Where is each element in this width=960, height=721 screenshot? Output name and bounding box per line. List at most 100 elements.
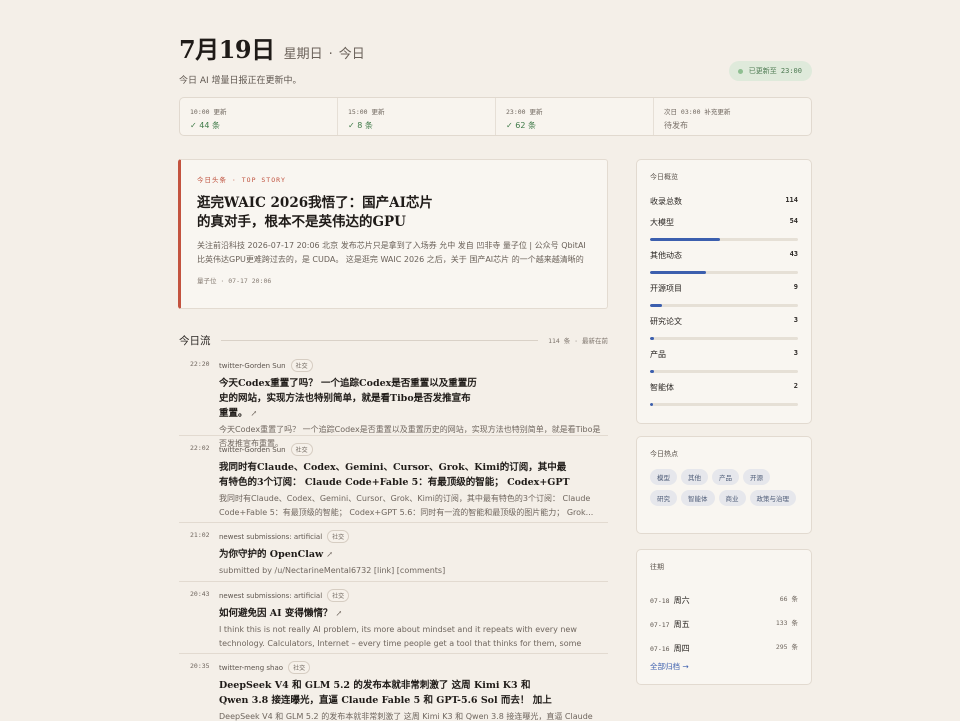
topic-chip[interactable]: 商业 [718,490,746,506]
overview-category-row[interactable]: 智能体 2 [650,382,798,393]
feed-item-title[interactable]: 今天Codex重置了吗？ 一个追踪Codex是否重置以及重置历史的网站，实现方法… [219,378,477,419]
archive-row[interactable]: 07-18 周六 66 条 [650,588,798,607]
feed-item-time: 22:20 [190,360,210,368]
top-story-meta: 量子位 · 07-17 20:06 [197,277,272,285]
feed-item-tag: 社交 [327,530,350,543]
topic-chip[interactable]: 开源 [743,469,770,485]
feed-item[interactable]: 21:02 newest submissions: artificial 社交 … [179,523,608,582]
overview-total-row: 收录总数 114 [650,196,798,207]
feed-item[interactable]: 20:43 newest submissions: artificial 社交 … [179,582,608,654]
feed-item-time: 20:35 [190,662,210,670]
feed-item-source: newest submissions: artificial [219,591,323,600]
top-story-card[interactable]: 今日头条 · TOP STORY 逛完WAIC 2026我悟了：国产AI芯片的真… [178,159,608,309]
external-link-icon[interactable]: ↗ [326,550,333,559]
topic-chip[interactable]: 政策与治理 [749,490,796,506]
overview-bar-fill [650,304,662,307]
update-slot-time: 次日 03:00 补充更新 [664,108,731,116]
external-link-icon[interactable]: ↗ [335,609,342,618]
update-slot-status: 待发布 [664,121,688,130]
overview-category-row[interactable]: 产品 3 [650,349,798,360]
feed-item-time: 21:02 [190,531,210,539]
update-slot-time: 10:00 更新 [190,108,227,116]
feed-item-summary: I think this is not really AI problem, i… [219,625,582,648]
topic-chip[interactable]: 产品 [712,469,739,485]
feed-list: 22:20 twitter-Gorden Sun 社交 今天Codex重置了吗？… [179,352,608,721]
topic-chip[interactable]: 智能体 [681,490,715,506]
all-archive-link[interactable]: 全部归档 → [650,661,689,672]
top-story-tag: 今日头条 · TOP STORY [197,176,286,184]
hot-topics-card: 今日热点 模型 其他 产品 开源 研究 智能体 商业 政策与治理 [636,436,812,534]
feed-item-tag: 社交 [327,589,350,602]
update-slot-count: ✓ 62 条 [506,121,536,130]
feed-item[interactable]: 22:02 twitter-Gorden Sun 社交 我同时有Claude、C… [179,436,608,523]
overview-category-bar [650,403,798,406]
overview-category-row[interactable]: 研究论文 3 [650,316,798,327]
feed-title: 今日流 [179,334,211,347]
date-line: 7月19日 星期日 · 今日 [179,30,812,65]
feed-item-title[interactable]: 我同时有Claude、Codex、Gemini、Cursor、Grok、Kimi… [219,462,570,490]
weekday-label: 星期日 [283,47,323,62]
archive-date: 07-18 [650,597,670,605]
overview-category-bar [650,337,798,340]
overview-total-label: 收录总数 [650,197,682,206]
archive-count: 66 条 [779,594,798,603]
topic-chip[interactable]: 研究 [650,490,677,506]
feed-item-tag: 社交 [290,443,313,456]
update-slot: 10:00 更新 ✓ 44 条 [180,98,338,135]
overview-category-label: 产品 [650,350,666,359]
overview-category-label: 开源项目 [650,284,682,293]
update-slot: 23:00 更新 ✓ 62 条 [496,98,654,135]
overview-category-count: 9 [793,283,798,291]
archive-weekday: 周四 [673,644,690,653]
overview-category-row[interactable]: 开源项目 9 [650,283,798,294]
feed-item-title[interactable]: 为你守护的 OpenClaw [219,549,323,560]
separator-dot: · [328,47,333,62]
overview-bar-fill [650,238,721,241]
feed-meta: 114 条 · 最新在前 [548,337,608,345]
feed-item-title[interactable]: DeepSeek V4 和 GLM 5.2 的发布本就非常刺激了 这周 Kimi… [219,680,552,708]
overview-bar-fill [650,271,706,274]
overview-category-label: 研究论文 [650,317,682,326]
update-slot-time: 15:00 更新 [348,108,385,116]
archive-date: 07-17 [650,621,670,629]
status-dot-icon [737,68,743,74]
overview-category-label: 智能体 [650,383,674,392]
overview-category-row[interactable]: 其他动态 43 [650,250,798,261]
archive-count: 133 条 [775,618,798,627]
archive-card: 往期 07-18 周六 66 条 07-17 周五 133 条 07-16 周四 29… [636,549,812,685]
feed-item-tag: 社交 [290,359,313,372]
archive-date: 07-16 [650,645,670,653]
archive-row[interactable]: 07-17 周五 133 条 [650,612,798,631]
feed-item-summary: DeepSeek V4 和 GLM 5.2 的发布本就非常刺激了 这周 Kimi… [219,712,593,721]
update-slot-count: ✓ 44 条 [190,121,220,130]
page-header: 7月19日 星期日 · 今日 今日 AI 增量日报正在更新中。 已更新至 23:… [179,30,812,86]
feed-item[interactable]: 22:20 twitter-Gorden Sun 社交 今天Codex重置了吗？… [179,352,608,448]
archive-weekday: 周六 [673,596,690,605]
topic-chip[interactable]: 其他 [681,469,708,485]
overview-category-count: 3 [793,349,798,357]
update-schedule-strip: 10:00 更新 ✓ 44 条 15:00 更新 ✓ 8 条 23:00 更新 … [179,97,812,136]
external-link-icon[interactable]: ↗ [251,409,258,418]
overview-category-label: 大模型 [650,218,674,227]
feed-item-title[interactable]: 如何避免因 AI 变得懒惰？ [219,608,332,619]
top-story-title[interactable]: 逛完WAIC 2026我悟了：国产AI芯片的真对手，根本不是英伟达的GPU [197,194,437,232]
overview-bar-fill [650,403,653,406]
update-slot: 次日 03:00 补充更新 待发布 [654,98,811,135]
overview-category-bar [650,370,798,373]
archive-weekday: 周五 [673,620,690,629]
overview-total-count: 114 [785,196,798,204]
overview-category-count: 3 [793,316,798,324]
archive-title: 往期 [650,563,664,571]
feed-header: 今日流 114 条 · 最新在前 [179,332,608,348]
feed-item[interactable]: 20:35 twitter-meng shao 社交 DeepSeek V4 和… [179,654,608,721]
page-title-date: 7月19日 [179,35,275,64]
overview-category-row[interactable]: 大模型 54 [650,217,798,228]
feed-item-source: twitter-Gorden Sun [219,361,286,370]
update-slot: 15:00 更新 ✓ 8 条 [338,98,496,135]
overview-title: 今日概览 [650,173,678,181]
hot-topics-title: 今日热点 [650,450,678,458]
top-story-summary: 关注前沿科技 2026-07-17 20:06 北京 发布芯片只是拿到了入场券 … [197,241,586,264]
overview-category-count: 54 [789,217,798,225]
topic-chip[interactable]: 模型 [650,469,677,485]
archive-row[interactable]: 07-16 周四 295 条 [650,636,798,655]
